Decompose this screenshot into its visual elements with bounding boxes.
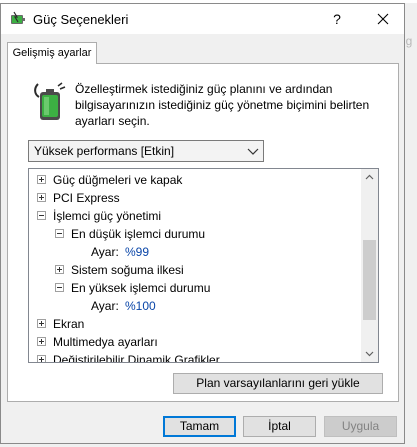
close-icon: [377, 13, 389, 25]
tree-item-label: Değiştirilebilir Dinamik Grafikler: [53, 353, 220, 362]
power-options-dialog: Güç Seçenekleri ? Gelişmiş ayarlar Özell…: [0, 3, 405, 444]
setting-label: Ayar:: [91, 245, 119, 259]
battery-power-icon: [34, 82, 66, 120]
background-window-text: ig: [403, 34, 413, 48]
window-title: Güç Seçenekleri: [33, 12, 129, 27]
tab-advanced-settings[interactable]: Gelişmiş ayarlar: [7, 42, 97, 64]
tree-item-label: Sistem soğuma ilkesi: [71, 263, 184, 277]
collapse-minus-icon[interactable]: [37, 211, 46, 220]
setting-label: Ayar:: [91, 299, 119, 313]
scrollbar-thumb[interactable]: [363, 240, 376, 320]
tree-item-label: En düşük işlemci durumu: [71, 227, 206, 241]
collapse-minus-icon[interactable]: [55, 283, 64, 292]
expand-plus-icon[interactable]: [37, 337, 46, 346]
expand-plus-icon[interactable]: [55, 265, 64, 274]
setting-value[interactable]: %100: [125, 297, 156, 315]
settings-tree-list: Güç düğmeleri ve kapak PCI Express İşlem…: [29, 169, 361, 362]
scroll-down-button[interactable]: [361, 345, 378, 362]
expand-plus-icon[interactable]: [37, 319, 46, 328]
tree-item-label: En yüksek işlemci durumu: [71, 281, 211, 295]
chevron-down-icon: [365, 351, 374, 357]
tree-item-label: PCI Express: [53, 191, 120, 205]
scroll-up-button[interactable]: [361, 169, 378, 186]
expand-plus-icon[interactable]: [37, 355, 46, 362]
apply-button[interactable]: Uygula: [324, 416, 397, 437]
power-options-icon: [11, 11, 25, 24]
advanced-settings-panel: Özelleştirmek istediğiniz güç planını ve…: [7, 63, 399, 402]
help-button[interactable]: ?: [319, 4, 355, 34]
ok-button[interactable]: Tamam: [163, 416, 236, 437]
chevron-up-icon: [365, 174, 374, 180]
tree-item-label: Multimedya ayarları: [53, 335, 158, 349]
tree-item-label: Ekran: [53, 317, 85, 331]
tree-item-label: İşlemci güç yönetimi: [53, 209, 162, 223]
title-bar[interactable]: Güç Seçenekleri ?: [1, 4, 404, 34]
expand-plus-icon[interactable]: [37, 175, 46, 184]
vertical-scrollbar[interactable]: [361, 169, 378, 362]
power-plan-dropdown[interactable]: Yüksek performans [Etkin]: [28, 140, 264, 162]
tree-item-label: Güç düğmeleri ve kapak: [53, 173, 183, 187]
close-button[interactable]: [363, 4, 403, 34]
restore-plan-defaults-button[interactable]: Plan varsayılanlarını geri yükle: [173, 373, 383, 394]
cancel-button[interactable]: İptal: [243, 416, 316, 437]
chevron-down-icon: [247, 148, 259, 155]
description-text: Özelleştirmek istediğiniz güç planını ve…: [75, 82, 370, 128]
power-plan-value: Yüksek performans [Etkin]: [34, 144, 175, 158]
setting-value[interactable]: %99: [125, 243, 149, 261]
settings-tree[interactable]: Güç düğmeleri ve kapak PCI Express İşlem…: [28, 168, 379, 363]
expand-plus-icon[interactable]: [37, 193, 46, 202]
collapse-minus-icon[interactable]: [55, 229, 64, 238]
